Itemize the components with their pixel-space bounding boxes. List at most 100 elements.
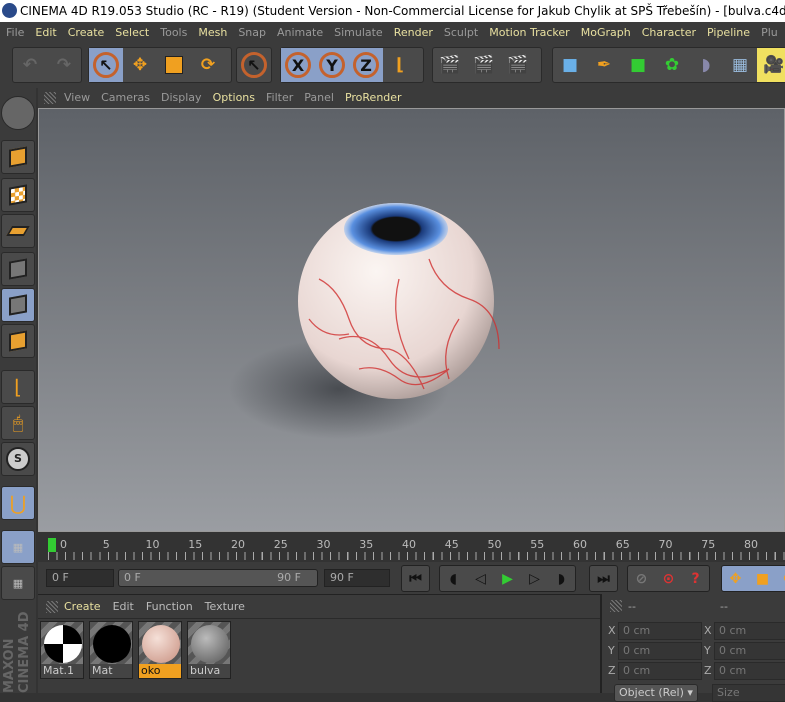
workplane-mode-button[interactable] (1, 214, 35, 248)
goto-start-button[interactable]: ⏮ (402, 566, 429, 591)
planar-workplane-button[interactable]: ▦ (1, 566, 35, 600)
material-swatch[interactable]: bulva (187, 621, 231, 679)
material-name: Mat (90, 664, 132, 678)
menu-snap[interactable]: Snap (238, 26, 266, 39)
undo-button[interactable]: ↶ (13, 48, 47, 82)
menu-select[interactable]: Select (115, 26, 149, 39)
maxon-brand-logo: MAXON CINEMA 4D (2, 611, 32, 694)
menu-tools[interactable]: Tools (160, 26, 187, 39)
redo-button[interactable]: ↷ (47, 48, 81, 82)
material-swatch[interactable]: Mat (89, 621, 133, 679)
camera-button[interactable]: 🎥 (757, 48, 785, 82)
material-menu-edit[interactable]: Edit (113, 600, 134, 613)
material-swatch[interactable]: oko (138, 621, 182, 679)
subdivision-button[interactable]: ■ (621, 48, 655, 82)
last-tool-button[interactable]: ↖ (237, 48, 271, 82)
timeline-tick-label: 5 (102, 538, 110, 551)
size-field[interactable]: 0 cm (714, 662, 785, 680)
position-field[interactable]: 0 cm (618, 642, 702, 660)
size-mode-dropdown[interactable]: Size (712, 684, 785, 702)
model-mode-icon[interactable] (1, 96, 35, 130)
viewport-menu-options[interactable]: Options (213, 91, 255, 104)
current-frame-field[interactable]: 0 F (46, 569, 114, 587)
y-axis-button[interactable]: Y (315, 48, 349, 82)
menu-mograph[interactable]: MoGraph (581, 26, 631, 39)
menu-create[interactable]: Create (68, 26, 105, 39)
position-field[interactable]: 0 cm (618, 622, 702, 640)
move-tool-button[interactable]: ✥ (123, 48, 157, 82)
menu-mesh[interactable]: Mesh (198, 26, 227, 39)
next-key-button[interactable]: ◗ (548, 566, 575, 591)
play-button[interactable]: ▶ (494, 566, 521, 591)
material-menu-create[interactable]: Create (64, 600, 101, 613)
menu-animate[interactable]: Animate (277, 26, 323, 39)
edges-mode-button[interactable] (1, 288, 35, 322)
coord-mode-dropdown[interactable]: Object (Rel) ▾ (614, 684, 698, 702)
live-selection-button[interactable]: ↖ (89, 48, 123, 82)
viewport-menu-panel[interactable]: Panel (304, 91, 334, 104)
material-menu-function[interactable]: Function (146, 600, 193, 613)
lock-workplane-button[interactable]: ▦ (1, 530, 35, 564)
prev-key-button[interactable]: ◖ (440, 566, 467, 591)
material-preview-icon (93, 625, 131, 663)
deformer-button[interactable]: ◗ (689, 48, 723, 82)
viewport-menu-view[interactable]: View (64, 91, 90, 104)
z-axis-button[interactable]: Z (349, 48, 383, 82)
menu-simulate[interactable]: Simulate (334, 26, 383, 39)
points-mode-button[interactable] (1, 252, 35, 286)
cube-object-button[interactable]: ■ (553, 48, 587, 82)
tweak-mode-button[interactable]: 🖱 (1, 406, 35, 440)
size-field[interactable]: 0 cm (714, 642, 785, 660)
axis-mode-button[interactable]: ⌊ (1, 370, 35, 404)
frame-range-slider[interactable]: 0 F 90 F (118, 569, 318, 587)
goto-end-button[interactable]: ⏭ (590, 566, 617, 591)
viewport-menu-prorender[interactable]: ProRender (345, 91, 402, 104)
size-field[interactable]: 0 cm (714, 622, 785, 640)
menu-edit[interactable]: Edit (35, 26, 56, 39)
render-settings-button[interactable]: 🎬 (501, 48, 535, 82)
floor-button[interactable]: ▦ (723, 48, 757, 82)
magnet-button[interactable]: ⋃ (1, 486, 35, 520)
menu-character[interactable]: Character (642, 26, 696, 39)
snap-button[interactable]: S (1, 442, 35, 476)
cloner-button[interactable]: ✿ (655, 48, 689, 82)
coordinate-system-button[interactable]: ⌊ (383, 48, 417, 82)
timeline-ruler[interactable]: 0510152025303540455055606570758085 (38, 532, 785, 562)
material-swatch[interactable]: Mat.1 (40, 621, 84, 679)
pen-spline-button[interactable]: ✒ (587, 48, 621, 82)
record-key-button[interactable]: ⊘ (628, 566, 655, 591)
menu-pipeline[interactable]: Pipeline (707, 26, 750, 39)
scale-tool-button[interactable] (157, 48, 191, 82)
viewport[interactable] (38, 108, 785, 532)
next-frame-button[interactable]: ▷ (521, 566, 548, 591)
key-position-button[interactable]: ✥ (722, 566, 749, 591)
key-rotation-button[interactable]: ⟳ (776, 566, 785, 591)
menu-file[interactable]: File (6, 26, 24, 39)
prev-frame-button[interactable]: ◁ (467, 566, 494, 591)
viewport-menu-filter[interactable]: Filter (266, 91, 293, 104)
viewport-menu-cameras[interactable]: Cameras (101, 91, 150, 104)
polygons-mode-button[interactable] (1, 324, 35, 358)
playhead[interactable] (48, 538, 56, 552)
menu-sculpt[interactable]: Sculpt (444, 26, 478, 39)
coord-axis-label: Z (704, 664, 712, 677)
make-editable-button[interactable] (1, 140, 35, 174)
autokey-button[interactable]: ⊙ (655, 566, 682, 591)
end-frame-field[interactable]: 90 F (324, 569, 390, 587)
menu-plu[interactable]: Plu (761, 26, 778, 39)
timeline-tick-label: 10 (145, 538, 160, 551)
position-field[interactable]: 0 cm (618, 662, 702, 680)
render-view-button[interactable]: 🎬 (433, 48, 467, 82)
menu-motion-tracker[interactable]: Motion Tracker (489, 26, 569, 39)
keyframe-selection-button[interactable]: ? (682, 566, 709, 591)
key-scale-button[interactable]: ■ (749, 566, 776, 591)
x-axis-button[interactable]: X (281, 48, 315, 82)
render-picture-viewer-button[interactable]: 🎬 (467, 48, 501, 82)
rotate-tool-button[interactable]: ⟳ (191, 48, 225, 82)
viewport-menu-display[interactable]: Display (161, 91, 202, 104)
material-menu-texture[interactable]: Texture (205, 600, 245, 613)
texture-mode-button[interactable] (1, 178, 35, 212)
viewport-menu: View Cameras Display Options Filter Panel ProR… (38, 88, 785, 108)
timeline-tick-label: 45 (444, 538, 459, 551)
menu-render[interactable]: Render (394, 26, 433, 39)
